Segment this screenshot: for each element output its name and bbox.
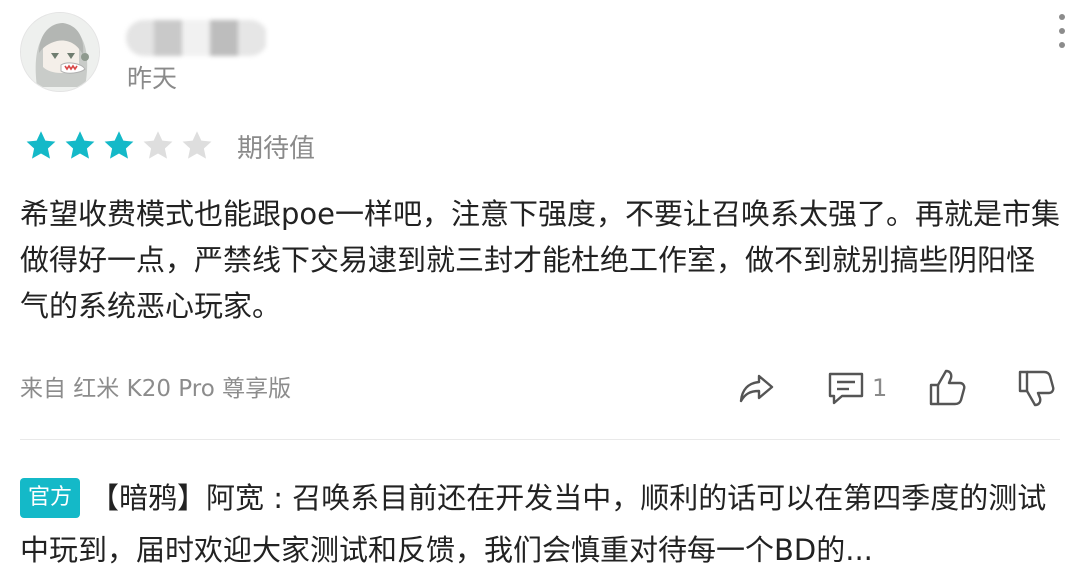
- dislike-button[interactable]: [1014, 362, 1058, 414]
- comment-icon: [828, 372, 864, 405]
- comment-count: 1: [872, 374, 888, 402]
- official-badge: 官方: [20, 478, 81, 518]
- thumbs-up-icon: [929, 369, 966, 406]
- star-filled-icon: [104, 131, 134, 159]
- star-filled-icon: [65, 131, 95, 159]
- divider: [20, 439, 1060, 440]
- rating-stars: [22, 128, 217, 164]
- review-text: 希望收费模式也能跟poe一样吧，注意下强度，不要让召唤系太强了。再就是市集做得好…: [20, 197, 1060, 323]
- rating-label: 期待值: [237, 133, 316, 164]
- avatar-illustration: [21, 13, 99, 91]
- device-info: 来自 红米 K20 Pro 尊享版: [20, 376, 292, 402]
- user-avatar[interactable]: [20, 12, 100, 92]
- comment-button[interactable]: 1: [824, 362, 887, 414]
- share-button[interactable]: [735, 362, 779, 414]
- star-empty-icon: [182, 131, 212, 159]
- review-date: 昨天: [127, 64, 178, 93]
- like-button[interactable]: [925, 362, 969, 414]
- official-reply[interactable]: 官方 【暗鸦】阿宽 : 召唤系目前还在开发当中，顺利的话可以在第四季度的测试中玩到…: [20, 472, 1060, 576]
- star-filled-icon: [26, 131, 56, 159]
- official-reply-text: 【暗鸦】阿宽 : 召唤系目前还在开发当中，顺利的话可以在第四季度的测试中玩到，届…: [20, 481, 1047, 567]
- thumbs-down-icon: [1018, 370, 1055, 407]
- more-options-icon[interactable]: [1052, 14, 1072, 48]
- share-icon: [739, 374, 774, 403]
- rating-row: 期待值: [22, 126, 315, 166]
- star-empty-icon: [143, 131, 173, 159]
- username-blurred[interactable]: [126, 20, 268, 56]
